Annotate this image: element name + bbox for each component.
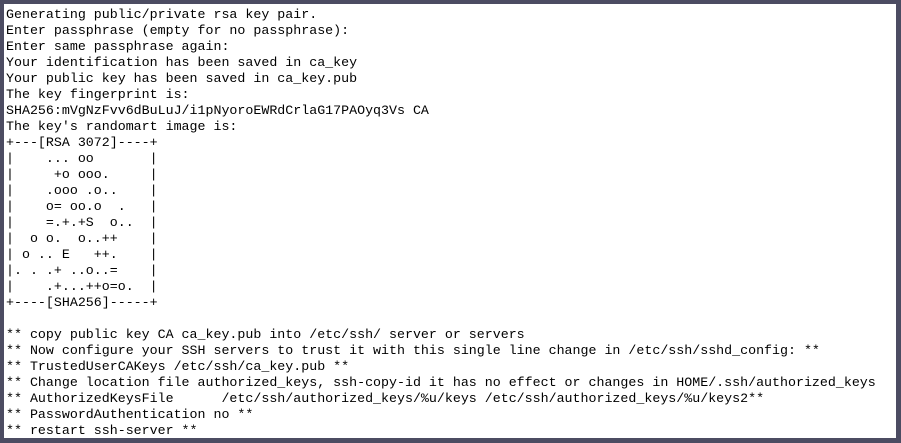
terminal-output[interactable]: Generating public/private rsa key pair. … <box>6 7 896 438</box>
instruction-line: ** PasswordAuthentication no ** <box>6 407 254 422</box>
terminal-line: Your identification has been saved in ca… <box>6 55 358 70</box>
randomart-line: |. . .+ ..o..= | <box>6 263 158 278</box>
instruction-line: ** AuthorizedKeysFile /etc/ssh/authorize… <box>6 391 765 406</box>
randomart-line: | =.+.+S o.. | <box>6 215 158 230</box>
randomart-line: | ... oo | <box>6 151 158 166</box>
terminal-line: Generating public/private rsa key pair. <box>6 7 318 22</box>
instruction-line: ** copy public key CA ca_key.pub into /e… <box>6 327 525 342</box>
key-fingerprint: SHA256:mVgNzFvv6dBuLuJ/i1pNyoroEWRdCrlaG… <box>6 103 429 118</box>
randomart-line: +----[SHA256]-----+ <box>6 295 158 310</box>
terminal-line: Your public key has been saved in ca_key… <box>6 71 358 86</box>
randomart-line: | o o. o..++ | <box>6 231 158 246</box>
randomart-line: | .ooo .o.. | <box>6 183 158 198</box>
terminal-line: Enter same passphrase again: <box>6 39 230 54</box>
instruction-line: ** restart ssh-server ** <box>6 423 198 438</box>
randomart-line: | o= oo.o . | <box>6 199 158 214</box>
terminal-window: Generating public/private rsa key pair. … <box>0 0 901 443</box>
randomart-line: +---[RSA 3072]----+ <box>6 135 158 150</box>
instruction-line: ** Change location file authorized_keys,… <box>6 375 876 390</box>
randomart-line: | +o ooo. | <box>6 167 158 182</box>
randomart-line: | .+...++o=o. | <box>6 279 158 294</box>
randomart-line: | o .. E ++. | <box>6 247 158 262</box>
terminal-line: The key's randomart image is: <box>6 119 238 134</box>
instruction-line: ** TrustedUserCAKeys /etc/ssh/ca_key.pub… <box>6 359 350 374</box>
instruction-line: ** Now configure your SSH servers to tru… <box>6 343 820 358</box>
terminal-line: The key fingerprint is: <box>6 87 190 102</box>
terminal-line: Enter passphrase (empty for no passphras… <box>6 23 350 38</box>
